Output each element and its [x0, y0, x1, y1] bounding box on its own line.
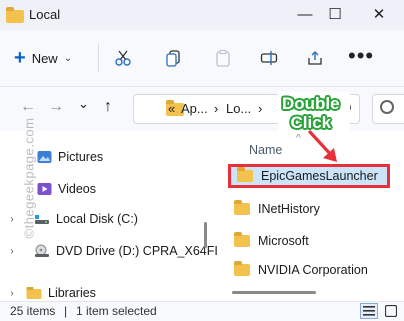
- recent-locations-button[interactable]: ⌄: [78, 96, 89, 112]
- more-options-button[interactable]: •••: [348, 45, 374, 67]
- file-name: Microsoft: [258, 234, 309, 248]
- folder-icon: [237, 167, 253, 182]
- chevron-down-icon: ⌄: [63, 52, 73, 64]
- new-button[interactable]: + New ⌄: [14, 46, 72, 70]
- breadcrumb-separator: ›: [258, 101, 263, 116]
- plus-icon: +: [14, 47, 26, 69]
- clipboard-icon: [216, 49, 230, 67]
- horizontal-scrollbar[interactable]: [232, 291, 316, 294]
- search-icon: [380, 100, 394, 114]
- breadcrumb-overflow[interactable]: «: [168, 101, 175, 116]
- column-header-name[interactable]: Name: [249, 143, 282, 157]
- breadcrumb-appdata[interactable]: Ap...: [181, 101, 208, 116]
- tiles-view-icon: [385, 305, 397, 317]
- pictures-icon: [36, 150, 52, 164]
- chevron-right-icon[interactable]: ›: [0, 246, 24, 257]
- annotation-line-1: Double: [282, 94, 340, 113]
- cut-button[interactable]: [110, 46, 136, 70]
- toolbar-divider: [98, 44, 99, 72]
- nav-item-label: Pictures: [58, 150, 104, 164]
- watermark: ©thegeekpage.com: [21, 117, 37, 239]
- nav-item-pictures[interactable]: Pictures: [0, 146, 103, 168]
- window-title: Local: [29, 7, 61, 22]
- maximize-button[interactable]: ☐: [320, 3, 350, 25]
- folder-icon: [6, 7, 24, 23]
- dvd-icon: [34, 244, 50, 258]
- nav-item-label: Videos: [58, 182, 96, 196]
- status-bar: [0, 301, 404, 321]
- chevron-right-icon[interactable]: ›: [0, 288, 24, 299]
- breadcrumb-local[interactable]: Lo...: [226, 101, 251, 116]
- double-click-annotation: Double Click: [282, 94, 340, 132]
- file-row-inethistory[interactable]: INetHistory: [228, 197, 390, 221]
- breadcrumb-separator: ›: [214, 101, 219, 116]
- nav-item-dvd-drive[interactable]: › DVD Drive (D:) CPRA_X64FI: [0, 240, 218, 262]
- close-button[interactable]: ✕: [364, 3, 394, 25]
- chevron-right-icon[interactable]: ›: [0, 214, 24, 225]
- nav-item-videos[interactable]: Videos: [0, 178, 96, 200]
- nav-item-label: DVD Drive (D:) CPRA_X64FI: [56, 244, 218, 258]
- status-divider: |: [64, 304, 68, 318]
- rename-icon: [260, 51, 278, 65]
- details-view-button[interactable]: [360, 303, 378, 319]
- file-row-microsoft[interactable]: Microsoft: [228, 229, 390, 253]
- minimize-button[interactable]: —: [290, 3, 320, 25]
- copy-icon: [166, 50, 180, 67]
- libraries-icon: [26, 286, 42, 300]
- selection-status: 1 item selected: [76, 304, 157, 318]
- up-button[interactable]: ↑: [104, 98, 112, 116]
- copy-button[interactable]: [160, 46, 186, 70]
- scissors-icon: [115, 50, 131, 66]
- videos-icon: [36, 182, 52, 196]
- file-row-nvidia-corporation[interactable]: NVIDIA Corporation: [228, 258, 390, 282]
- share-icon: [308, 51, 322, 65]
- navigation-scrollbar[interactable]: [204, 222, 207, 248]
- nav-item-label: Libraries: [48, 286, 96, 300]
- details-view-icon: [363, 306, 375, 316]
- new-button-label: New: [31, 50, 58, 66]
- file-name: EpicGamesLauncher: [261, 169, 378, 183]
- rename-button[interactable]: [256, 46, 282, 70]
- forward-button[interactable]: →: [48, 98, 64, 116]
- nav-item-label: Local Disk (C:): [56, 212, 138, 226]
- paste-button[interactable]: [210, 46, 236, 70]
- file-name: INetHistory: [258, 202, 320, 216]
- folder-icon: [234, 232, 250, 247]
- folder-icon: [234, 261, 250, 276]
- share-button[interactable]: [302, 46, 328, 70]
- file-name: NVIDIA Corporation: [258, 263, 368, 277]
- item-count: 25 items: [10, 304, 56, 318]
- arrow-icon: [308, 130, 337, 162]
- folder-icon: [234, 200, 250, 215]
- tiles-view-button[interactable]: [382, 303, 400, 319]
